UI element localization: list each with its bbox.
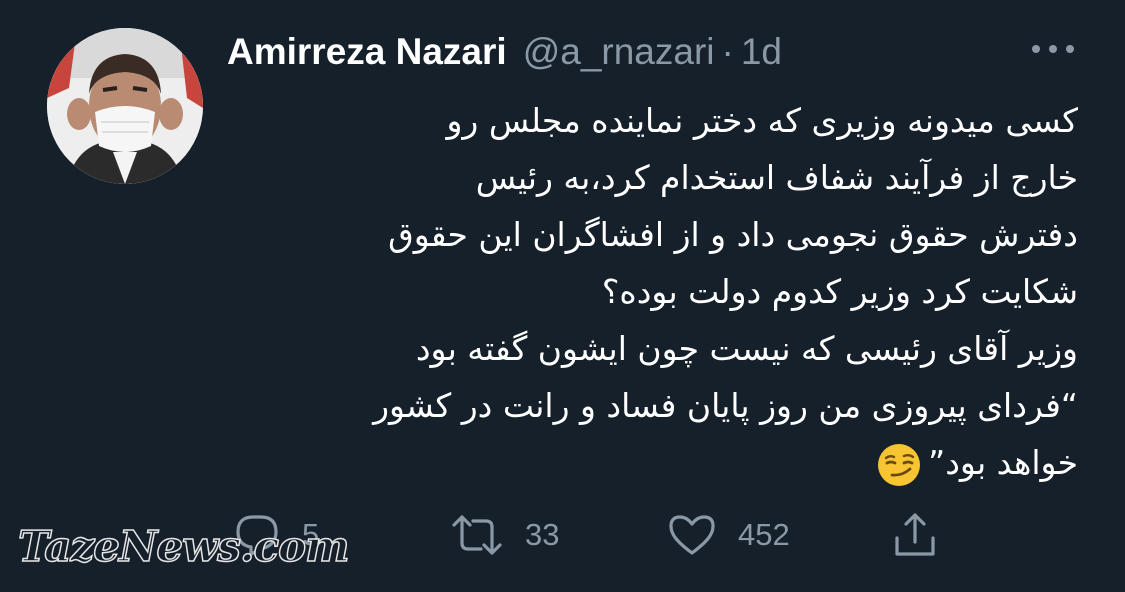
tweet-last-line: خواهد بود” [212, 434, 1078, 491]
tweet-text: کسی میدونه وزیری که دختر نماینده مجلس رو… [212, 92, 1078, 491]
tweet-line: “فردای پیروزی من روز پایان فساد و رانت د… [373, 386, 1078, 425]
tweet-line-text: خواهد بود” [928, 443, 1078, 482]
more-horizontal-icon[interactable] [1028, 38, 1078, 60]
retweet-count: 33 [525, 517, 560, 552]
smirking-face-emoji [876, 442, 922, 488]
share-icon [892, 512, 938, 558]
author-avatar[interactable] [47, 28, 203, 184]
tweet-header: Amirreza Nazari @a_rnazari · 1d [227, 30, 782, 74]
avatar-image [47, 28, 203, 184]
tweet-line: دفترش حقوق نجومی داد و از افشاگران این ح… [388, 215, 1078, 254]
author-name[interactable]: Amirreza Nazari [227, 31, 507, 73]
share-button[interactable] [892, 505, 938, 565]
tweet-line: خارج از فرآیند شفاف استخدام کرد،به رئیس [475, 158, 1078, 197]
like-count: 452 [738, 517, 790, 552]
tweet-line: کسی میدونه وزیری که دختر نماینده مجلس رو [446, 101, 1078, 140]
watermark: TazeNews.com [17, 521, 350, 572]
tweet-line: وزیر آقای رئیسی که نیست چون ایشون گفته ب… [415, 329, 1078, 368]
author-handle[interactable]: @a_rnazari [523, 31, 715, 73]
separator-dot: · [721, 31, 734, 72]
like-button[interactable]: 452 [668, 505, 790, 565]
retweet-button[interactable]: 33 [451, 505, 559, 565]
like-icon [668, 513, 716, 557]
tweet-timestamp[interactable]: 1d [741, 31, 782, 73]
tweet-line: شکایت کرد وزیر کدوم دولت بوده؟ [601, 272, 1078, 311]
retweet-icon [451, 513, 503, 557]
